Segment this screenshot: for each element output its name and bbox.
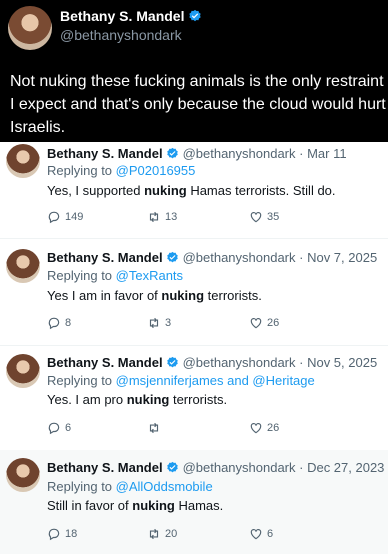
verified-badge-icon (189, 9, 202, 22)
heart-icon (250, 423, 262, 434)
like-count: 26 (267, 317, 280, 329)
author-handle[interactable]: @bethanyshondark (183, 250, 296, 265)
like-button[interactable]: 26 (249, 316, 279, 330)
reply-count: 149 (65, 211, 84, 223)
heart-icon (250, 529, 262, 540)
tweet-header: Bethany S. Mandel @bethanyshondark · Dec … (47, 460, 384, 475)
avatar[interactable] (6, 458, 40, 492)
tweet-text-end: Hamas. (174, 498, 224, 513)
repost-button[interactable]: 20 (147, 527, 177, 541)
tweet-text: Still in favor of nuking Hamas. (47, 498, 223, 513)
replying-to: Replying to @P02016955 (47, 163, 195, 178)
reply-icon (48, 528, 60, 541)
author-handle[interactable]: @bethanyshondark (183, 146, 296, 161)
reply-icon (48, 317, 60, 330)
repost-icon (149, 317, 159, 329)
repost-count: 20 (165, 528, 178, 540)
author-handle[interactable]: @bethanyshondark (183, 460, 296, 475)
reply-button[interactable]: 6 (47, 421, 71, 435)
mention-link[interactable]: @TexRants (116, 268, 183, 283)
quoted-tweet-screenshot: Bethany S. Mandel @bethanyshondark Not n… (0, 0, 388, 142)
avatar[interactable] (8, 6, 52, 50)
verified-badge-icon (166, 147, 178, 159)
repost-count: 13 (165, 211, 178, 223)
highlighted-term: nuking (126, 392, 170, 407)
tweet-card[interactable]: Bethany S. Mandel @bethanyshondark · Nov … (0, 239, 388, 345)
tweet-card[interactable]: Bethany S. Mandel @bethanyshondark · Nov … (0, 346, 388, 450)
tweet-text: Yes I am in favor of nuking terrorists. (47, 288, 262, 303)
like-count: 6 (267, 528, 274, 540)
author-handle[interactable]: @bethanyshondark (183, 355, 296, 370)
mention-link[interactable]: @AllOddsmobile (116, 479, 213, 494)
tweet-header: Bethany S. Mandel @bethanyshondark · Nov … (47, 250, 377, 265)
reply-button[interactable]: 18 (47, 527, 77, 541)
like-button[interactable]: 26 (249, 421, 279, 435)
mention-link[interactable]: @P02016955 (116, 163, 196, 178)
author-name[interactable]: Bethany S. Mandel (47, 460, 163, 475)
heart-icon (250, 212, 262, 223)
tweet-date[interactable]: · Nov 5, 2025 (299, 355, 377, 370)
replying-to: Replying to @msjenniferjames and @Herita… (47, 373, 315, 388)
replying-to: Replying to @AllOddsmobile (47, 479, 213, 494)
reply-button[interactable]: 149 (47, 210, 83, 224)
author-name-row[interactable]: Bethany S. Mandel (60, 8, 202, 24)
replying-label: Replying to (47, 373, 116, 388)
tweet-text-start: Yes, I supported (47, 183, 145, 198)
author-handle[interactable]: @bethanyshondark (60, 27, 182, 43)
heart-icon (250, 318, 262, 329)
tweet-body: Not nuking these fucking animals is the … (10, 73, 386, 136)
verified-badge-icon (166, 356, 178, 368)
author-name[interactable]: Bethany S. Mandel (47, 250, 163, 265)
tweet-date[interactable]: · Dec 27, 2023 (299, 460, 384, 475)
like-button[interactable]: 6 (249, 527, 273, 541)
tweet-card[interactable]: Bethany S. Mandel @bethanyshondark · Dec … (0, 450, 388, 554)
highlighted-term: nuking (144, 183, 187, 198)
verified-badge-icon (166, 251, 178, 263)
avatar[interactable] (6, 144, 40, 178)
tweet-text: Yes, I supported nuking Hamas terrorists… (47, 183, 336, 198)
tweet-date[interactable]: · Mar 11 (299, 146, 346, 161)
replying-label: Replying to (47, 163, 116, 178)
tweet-text-end: Hamas terrorists. Still do. (186, 183, 336, 198)
replying-label: Replying to (47, 268, 116, 283)
avatar[interactable] (6, 354, 40, 388)
repost-button[interactable]: 3 (147, 316, 171, 330)
repost-icon (149, 528, 159, 540)
like-count: 26 (267, 422, 280, 434)
tweet-text-end: terrorists. (204, 288, 262, 303)
reply-count: 6 (65, 422, 72, 434)
tweet-text: Yes. I am pro nuking terrorists. (47, 392, 227, 407)
highlighted-term: nuking (161, 288, 205, 303)
author-name[interactable]: Bethany S. Mandel (47, 146, 163, 161)
tweet-card[interactable]: Bethany S. Mandel @bethanyshondark · Mar … (0, 142, 388, 238)
reply-count: 18 (65, 528, 78, 540)
like-button[interactable]: 35 (249, 210, 279, 224)
tweet-text-end: terrorists. (169, 392, 228, 407)
repost-button[interactable] (147, 421, 165, 435)
tweet-date[interactable]: · Nov 7, 2025 (299, 250, 377, 265)
repost-icon (149, 211, 159, 223)
replying-label: Replying to (47, 479, 116, 494)
reply-button[interactable]: 8 (47, 316, 71, 330)
avatar[interactable] (6, 249, 40, 283)
reply-count: 8 (65, 317, 72, 329)
reply-icon (48, 211, 60, 224)
author-name[interactable]: Bethany S. Mandel (47, 355, 163, 370)
reply-icon (48, 422, 60, 435)
highlighted-term: nuking (132, 498, 175, 513)
like-count: 35 (267, 211, 280, 223)
verified-badge-icon (166, 461, 178, 473)
repost-button[interactable]: 13 (147, 210, 177, 224)
tweet-text-start: Still in favor of (47, 498, 133, 513)
replying-to: Replying to @TexRants (47, 268, 183, 283)
author-name[interactable]: Bethany S. Mandel (60, 8, 184, 24)
tweet-header: Bethany S. Mandel @bethanyshondark · Nov … (47, 355, 377, 370)
repost-icon (149, 422, 159, 434)
mention-link[interactable]: @msjenniferjames and @Heritage (116, 373, 315, 388)
tweet-header: Bethany S. Mandel @bethanyshondark · Mar … (47, 146, 347, 161)
repost-count: 3 (165, 317, 172, 329)
tweet-text-start: Yes. I am pro (47, 392, 127, 407)
tweet-text-start: Yes I am in favor of (47, 288, 162, 303)
